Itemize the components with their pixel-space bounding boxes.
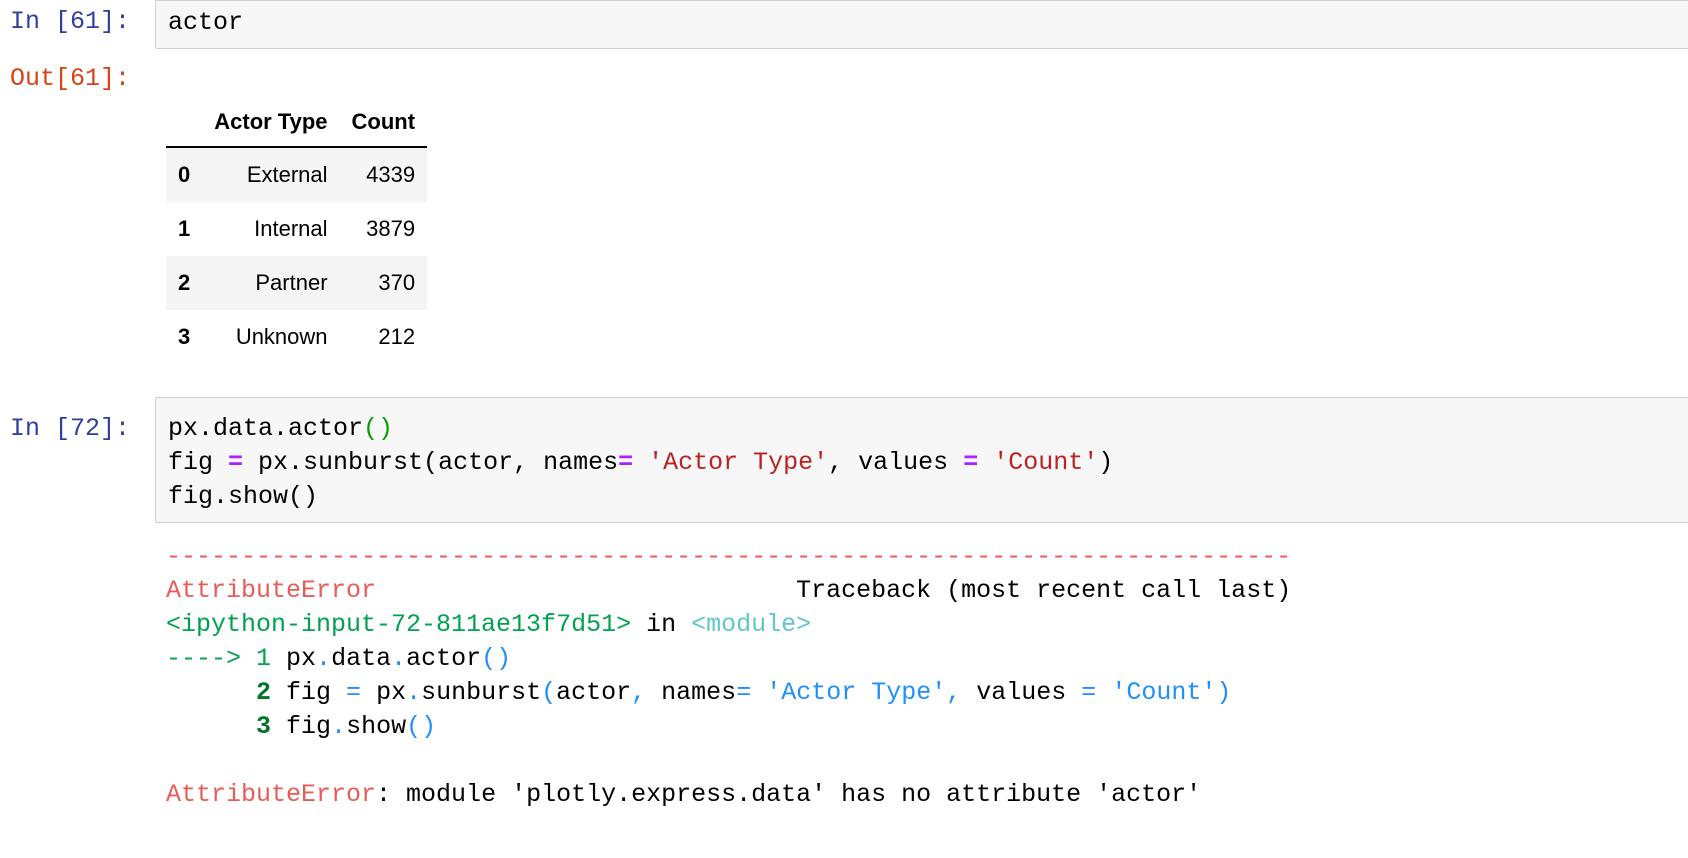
actor-type-cell: Unknown (235, 324, 328, 349)
count-cell: 3879 (366, 216, 416, 241)
code-line-3: fig.show() (168, 482, 319, 511)
table-row: 2 Partner 370 (166, 256, 428, 310)
count-cell: 212 (378, 324, 416, 349)
count-cell: 370 (378, 270, 416, 295)
in-prompt-61: In [61]: (10, 7, 131, 36)
actor-type-cell: External (246, 162, 328, 187)
row-index: 2 (178, 270, 191, 295)
traceback-header: AttributeError Traceback (most recent ca… (166, 576, 1292, 605)
code-line-2: fig = px.sunburst(actor, names= 'Actor T… (168, 448, 1114, 477)
row-index: 0 (178, 162, 191, 187)
in-prompt-72: In [72]: (10, 414, 131, 443)
actor-type-cell: Internal (254, 216, 328, 241)
count-cell: 4339 (366, 162, 416, 187)
error-message: AttributeError: module 'plotly.express.d… (166, 780, 1202, 809)
index-header (166, 98, 203, 148)
column-header-actor-type: Actor Type (202, 98, 340, 148)
table-row: 3 Unknown 212 (166, 310, 427, 364)
code-line-1: px.data.actor() (168, 414, 394, 443)
traceback-line-2: 2 fig = px.sunburst(actor, names= 'Actor… (166, 678, 1232, 707)
dataframe-table: Actor Type Count 0 External 4339 1 Inter… (166, 98, 428, 364)
table-row: 0 External 4339 (166, 147, 428, 202)
row-index: 3 (178, 324, 191, 349)
traceback-location: <ipython-input-72-811ae13f7d51> in <modu… (166, 610, 812, 639)
table-header-row: Actor Type Count (166, 98, 428, 148)
out-prompt-61: Out[61]: (10, 64, 131, 93)
code-input-cell-72[interactable]: px.data.actor() fig = px.sunburst(actor,… (155, 397, 1688, 523)
traceback-line-3: 3 fig.show() (166, 712, 437, 741)
actor-type-cell: Partner (255, 270, 328, 295)
code-line: actor (168, 8, 244, 37)
traceback-separator: ----------------------------------------… (166, 542, 1292, 571)
table-row: 1 Internal 3879 (166, 202, 427, 256)
code-input-cell-61[interactable]: actor (155, 0, 1688, 49)
traceback-line-1: ----> 1 px.data.actor() (166, 644, 512, 673)
column-header-count: Count (339, 98, 428, 148)
row-index: 1 (178, 216, 191, 241)
